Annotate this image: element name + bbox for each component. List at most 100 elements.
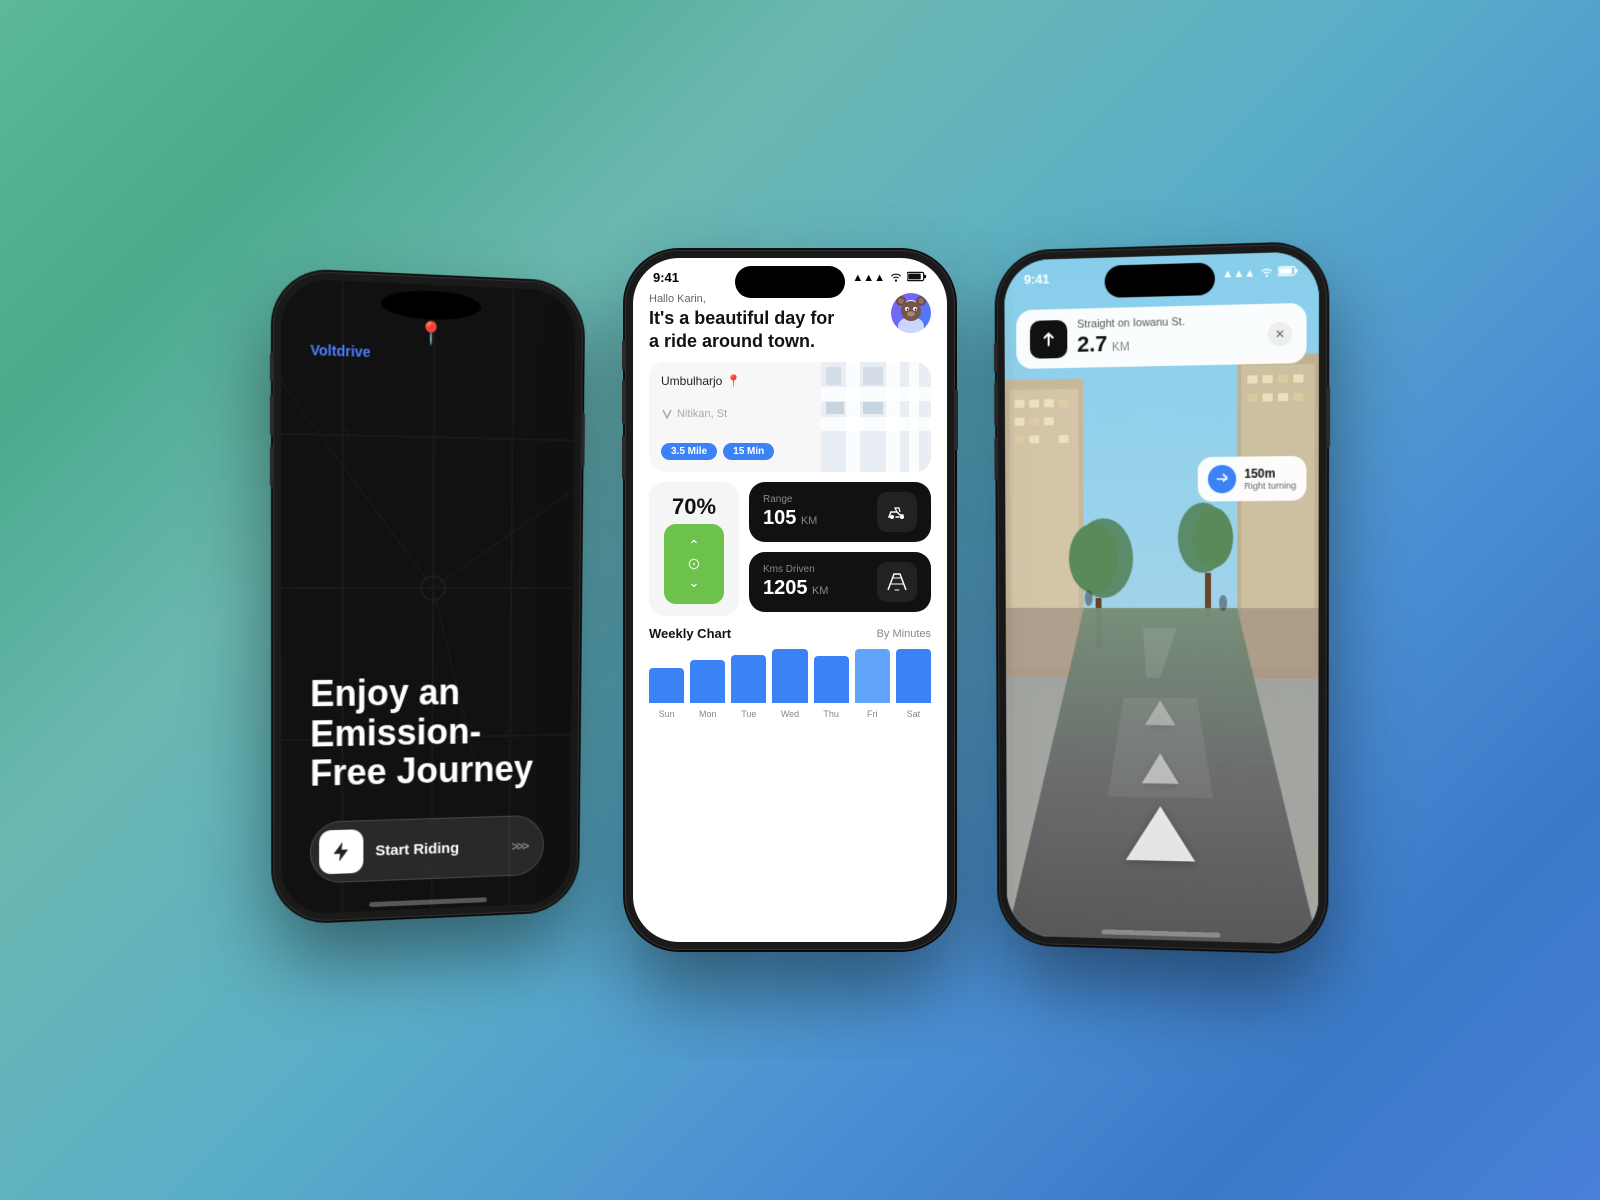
turn-direction-icon xyxy=(1208,465,1236,494)
nav-instruction: Straight on Iowanu St. 2.7 KM xyxy=(1077,314,1257,358)
center-screen: 9:41 ▲▲▲ Hallo K xyxy=(633,258,947,942)
distance-tag: 3.5 Mile xyxy=(661,443,717,460)
left-screen-bg: 📍 Voltdrive Enjoy an Emission-Free Journ… xyxy=(281,278,575,915)
turn-info: 150m Right turning xyxy=(1244,466,1296,491)
bolt-icon xyxy=(319,829,363,874)
turn-card: 150m Right turning xyxy=(1198,456,1307,502)
ar-arrow-small-2 xyxy=(1142,753,1179,784)
phones-container: 📍 Voltdrive Enjoy an Emission-Free Journ… xyxy=(275,250,1325,950)
right-vol-down-button xyxy=(994,437,998,481)
chart-section: Weekly Chart By Minutes SunMonTueWedThuF… xyxy=(649,626,931,926)
turn-direction: Right turning xyxy=(1244,480,1296,491)
left-content: 📍 Voltdrive Enjoy an Emission-Free Journ… xyxy=(281,278,575,915)
right-signal-icon: ▲▲▲ xyxy=(1222,267,1255,280)
battery-card: 70% ⌃ ⊙ ⌄ xyxy=(649,482,739,616)
right-wifi-icon xyxy=(1260,265,1274,280)
chart-bar-col-wed: Wed xyxy=(772,649,807,719)
battery-visual: ⌃ ⊙ ⌄ xyxy=(664,524,724,604)
route-tags: 3.5 Mile 15 Min xyxy=(661,443,809,460)
status-time: 9:41 xyxy=(653,270,679,285)
greeting-row: Hallo Karin, It's a beautiful day for a … xyxy=(649,293,931,352)
chart-label-sat: Sat xyxy=(907,709,921,719)
battery-arrows-icon: ⌃ ⊙ ⌄ xyxy=(687,537,700,591)
turn-distance: 150m xyxy=(1244,466,1296,481)
right-power-button xyxy=(1326,386,1330,447)
chart-bar-col-sat: Sat xyxy=(896,649,931,719)
center-body: Hallo Karin, It's a beautiful day for a … xyxy=(633,285,947,942)
range-unit: KM xyxy=(801,515,818,527)
kms-label: Kms Driven xyxy=(763,564,828,575)
range-info: Range 105 KM xyxy=(763,494,817,530)
right-silent-button xyxy=(994,343,998,373)
ar-arrow-small-1 xyxy=(1145,700,1176,725)
range-value-row: 105 KM xyxy=(763,507,817,530)
center-screen-bg: 9:41 ▲▲▲ Hallo K xyxy=(633,258,947,942)
kms-value: 1205 xyxy=(763,577,808,599)
chart-bar-mon xyxy=(690,660,725,703)
chevron-right-icon: >>> xyxy=(511,838,527,853)
range-label: Range xyxy=(763,494,817,505)
chart-bar-fri xyxy=(855,649,890,703)
left-screen: 📍 Voltdrive Enjoy an Emission-Free Journ… xyxy=(281,278,575,915)
chart-bar-tue xyxy=(731,655,766,703)
phone-right: 9:41 ▲▲▲ xyxy=(996,243,1327,953)
kms-info: Kms Driven 1205 KM xyxy=(763,564,828,600)
right-battery-icon xyxy=(1278,265,1298,280)
start-riding-label: Start Riding xyxy=(375,838,500,859)
ar-arrow-large xyxy=(1126,806,1196,862)
nav-close-button[interactable]: ✕ xyxy=(1268,321,1293,346)
phone-left: 📍 Voltdrive Enjoy an Emission-Free Journ… xyxy=(273,269,583,923)
route-from: Umbulharjo 📍 xyxy=(661,374,809,388)
home-indicator-center xyxy=(730,933,850,938)
right-status-time: 9:41 xyxy=(1024,271,1050,287)
chart-bar-col-thu: Thu xyxy=(814,649,849,719)
nav-distance-value: 2.7 xyxy=(1077,331,1107,357)
center-power-button xyxy=(954,390,958,450)
range-card: Range 105 KM xyxy=(749,482,931,542)
chart-bar-col-sun: Sun xyxy=(649,649,684,719)
center-silent-button xyxy=(622,340,626,370)
chart-bar-wed xyxy=(772,649,807,703)
route-card[interactable]: Umbulharjo 📍 Nitikan, St 3.5 Mile 15 Min xyxy=(649,362,931,472)
ar-navigation-arrows xyxy=(1125,695,1195,862)
right-vol-up-button xyxy=(994,382,998,426)
center-vol-up-button xyxy=(622,380,626,424)
nav-direction-icon xyxy=(1030,319,1067,358)
route-divider: Nitikan, St xyxy=(661,408,809,420)
chart-bar-thu xyxy=(814,656,849,703)
chart-bar-col-mon: Mon xyxy=(690,649,725,719)
chart-label-wed: Wed xyxy=(781,709,799,719)
range-value: 105 xyxy=(763,507,796,529)
stats-row: 70% ⌃ ⊙ ⌄ xyxy=(649,482,931,616)
vol-down-button xyxy=(270,446,274,487)
status-icons: ▲▲▲ xyxy=(852,271,927,285)
nav-distance-unit: KM xyxy=(1112,340,1130,354)
chart-header: Weekly Chart By Minutes xyxy=(649,626,931,641)
kms-unit: KM xyxy=(812,585,829,597)
start-riding-button[interactable]: Start Riding >>> xyxy=(310,815,544,884)
kms-card: Kms Driven 1205 KM xyxy=(749,552,931,612)
chart-bars: SunMonTueWedThuFriSat xyxy=(649,649,931,719)
stats-right: Range 105 KM xyxy=(749,482,931,616)
chart-label-sun: Sun xyxy=(659,709,675,719)
phone-center: 9:41 ▲▲▲ Hallo K xyxy=(625,250,955,950)
scooter-icon xyxy=(877,492,917,532)
road-icon xyxy=(877,562,917,602)
greeting-main: It's a beautiful day for a ride around t… xyxy=(649,307,849,352)
chart-bar-col-tue: Tue xyxy=(731,649,766,719)
user-avatar[interactable] xyxy=(891,293,931,333)
center-vol-down-button xyxy=(622,435,626,479)
chart-label-tue: Tue xyxy=(741,709,756,719)
kms-value-row: 1205 KM xyxy=(763,577,828,600)
dynamic-island-center xyxy=(735,266,845,298)
time-tag: 15 Min xyxy=(723,443,774,460)
route-map xyxy=(821,362,931,472)
chart-label-mon: Mon xyxy=(699,709,717,719)
nav-top-card: Straight on Iowanu St. 2.7 KM ✕ xyxy=(1016,303,1306,369)
right-screen-bg: 9:41 ▲▲▲ xyxy=(1004,251,1319,944)
tagline: Enjoy an Emission-Free Journey xyxy=(310,672,545,794)
vol-up-button xyxy=(270,394,274,435)
power-button xyxy=(581,413,585,467)
wifi-icon xyxy=(889,271,903,285)
location-pin-icon: 📍 xyxy=(726,374,741,388)
